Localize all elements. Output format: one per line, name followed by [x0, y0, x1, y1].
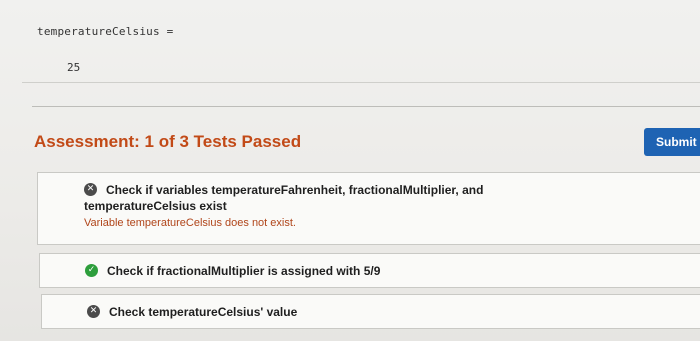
- test-header: ✓ Check if fractionalMultiplier is assig…: [85, 263, 380, 280]
- test-title: Check if fractionalMultiplier is assigne…: [107, 264, 381, 278]
- x-circle-icon: ✕: [84, 183, 97, 196]
- test-result-2[interactable]: ✓ Check if fractionalMultiplier is assig…: [39, 253, 700, 288]
- check-circle-icon: ✓: [85, 264, 98, 277]
- variable-name: temperatureCelsius =: [37, 25, 174, 38]
- test-header: ✕ Check if variables temperatureFahrenhe…: [84, 182, 504, 199]
- assessment-title: Assessment: 1 of 3 Tests Passed: [34, 132, 302, 151]
- test-error-message: Variable temperatureCelsius does not exi…: [84, 217, 296, 229]
- variable-value: 25: [67, 61, 81, 74]
- test-header: ✕ Check temperatureCelsius' value: [87, 304, 297, 321]
- submit-button[interactable]: Submit: [644, 128, 700, 156]
- test-title: Check temperatureCelsius' value: [109, 305, 298, 319]
- variable-output-panel: temperatureCelsius = 25: [22, 12, 700, 83]
- test-title: Check if variables temperatureFahrenheit…: [106, 183, 484, 197]
- section-divider: [32, 106, 700, 107]
- test-result-3[interactable]: ✕ Check temperatureCelsius' value: [41, 294, 700, 329]
- test-title-continued: temperatureCelsius exist: [84, 199, 227, 213]
- test-result-1[interactable]: ✕ Check if variables temperatureFahrenhe…: [37, 172, 700, 245]
- x-circle-icon: ✕: [87, 305, 100, 318]
